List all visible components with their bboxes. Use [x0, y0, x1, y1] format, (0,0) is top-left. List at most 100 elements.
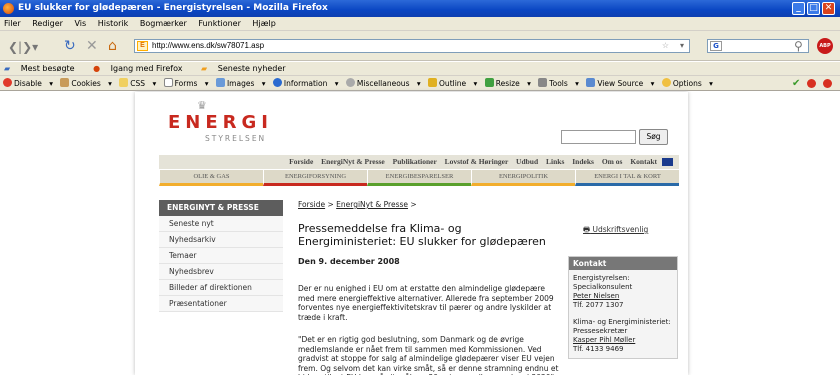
- webdev-information[interactable]: Information ▾: [272, 78, 339, 88]
- menu-filer[interactable]: Filer: [4, 19, 21, 28]
- webdev-cookies[interactable]: Cookies ▾: [60, 78, 112, 88]
- js-error-icon[interactable]: [823, 79, 832, 88]
- menu-rediger[interactable]: Rediger: [32, 19, 63, 28]
- site-search-button[interactable]: Søg: [639, 129, 668, 145]
- topnav-indeks[interactable]: Indeks: [572, 157, 594, 166]
- tab-energi-i-tal-kort[interactable]: ENERGI I TAL & KORT: [575, 170, 679, 186]
- topnav-forside[interactable]: Forside: [289, 157, 313, 166]
- page-viewport: ♛ ENERGI STYRELSEN Søg Forside EnergiNyt…: [0, 92, 840, 375]
- topnav-kontakt[interactable]: Kontakt: [630, 157, 657, 166]
- window-titlebar: EU slukker for glødepæren - Energistyrel…: [0, 0, 840, 17]
- breadcrumb-energinyt[interactable]: EnergiNyt & Presse: [336, 200, 408, 209]
- adblock-icon[interactable]: ABP: [817, 38, 833, 54]
- contact-role: Specialkonsulent: [573, 283, 633, 291]
- rss-feed-icon: ▰: [201, 64, 208, 73]
- contact-box: Kontakt Energistyrelsen: Specialkonsulen…: [568, 256, 678, 359]
- cookie-icon: [60, 78, 70, 87]
- print-link-label: Udskriftsvenlig: [592, 225, 649, 234]
- minimize-button[interactable]: _: [792, 2, 805, 15]
- bookmark-mest-besoegte[interactable]: ▰ Mest besøgte: [4, 64, 83, 73]
- menu-funktioner[interactable]: Funktioner: [198, 19, 240, 28]
- view-source-icon: [586, 78, 596, 87]
- energistyrelsen-logo[interactable]: ♛ ENERGI STYRELSEN: [168, 99, 273, 143]
- forms-icon: [163, 78, 173, 87]
- sidebar-item-nyhedsbrev[interactable]: Nyhedsbrev: [159, 264, 283, 280]
- address-url: http://www.ens.dk/sw78071.asp: [152, 41, 265, 50]
- print-friendly-link[interactable]: 🖶 Udskriftsvenlig: [583, 224, 648, 237]
- window-title: EU slukker for glødepæren - Energistyrel…: [18, 3, 328, 13]
- tab-energibesparelser[interactable]: ENERGIBESPARELSER: [367, 170, 471, 186]
- bookmark-igang-med-firefox[interactable]: ● Igang med Firefox: [93, 64, 190, 73]
- crown-icon: ♛: [197, 99, 207, 112]
- menu-historik[interactable]: Historik: [98, 19, 129, 28]
- close-button[interactable]: ✕: [822, 2, 835, 15]
- firefox-icon: ●: [93, 64, 101, 73]
- webdev-view-source[interactable]: View Source ▾: [586, 78, 654, 88]
- sidebar-heading: ENERGINYT & PRESSE: [159, 200, 283, 216]
- bookmark-star-icon[interactable]: ☆: [662, 40, 669, 52]
- navigation-toolbar: ❮|❯▾ ↻ ✕ ⌂ E http://www.ens.dk/sw78071.a…: [0, 31, 840, 61]
- contact-name-link[interactable]: Kasper Pihl Møller: [573, 336, 673, 345]
- site-favicon: E: [137, 41, 148, 51]
- css-error-icon[interactable]: [807, 79, 816, 88]
- contact-org: Klima- og Energiministeriet:: [573, 318, 671, 326]
- reload-icon[interactable]: ↻: [64, 38, 76, 54]
- menu-hjaelp[interactable]: Hjælp: [252, 19, 275, 28]
- webdev-css[interactable]: CSS ▾: [119, 78, 156, 88]
- sidebar-item-billeder[interactable]: Billeder af direktionen: [159, 280, 283, 296]
- topnav-energinyt-presse[interactable]: EnergiNyt & Presse: [321, 157, 385, 166]
- sidebar-item-nyhedsarkiv[interactable]: Nyhedsarkiv: [159, 232, 283, 248]
- menu-bogmaerker[interactable]: Bogmærker: [140, 19, 187, 28]
- maximize-button[interactable]: □: [807, 2, 820, 15]
- webdev-disable[interactable]: Disable ▾: [3, 78, 53, 88]
- webdev-images[interactable]: Images ▾: [215, 78, 266, 88]
- back-forward-button[interactable]: ❮|❯▾: [8, 39, 38, 55]
- tab-energipolitik[interactable]: ENERGIPOLITIK: [471, 170, 575, 186]
- top-navigation: Forside EnergiNyt & Presse Publikationer…: [159, 155, 679, 169]
- options-icon: [661, 78, 671, 87]
- search-go-icon[interactable]: ⚲: [794, 38, 803, 54]
- address-bar[interactable]: E http://www.ens.dk/sw78071.asp ☆ ▾: [134, 39, 690, 53]
- web-page: ♛ ENERGI STYRELSEN Søg Forside EnergiNyt…: [135, 92, 688, 375]
- tools-icon: [538, 78, 548, 87]
- webdev-options[interactable]: Options ▾: [661, 78, 713, 88]
- home-icon[interactable]: ⌂: [108, 38, 117, 54]
- webdev-forms[interactable]: Forms ▾: [163, 78, 209, 88]
- webdev-tools[interactable]: Tools ▾: [538, 78, 579, 88]
- menu-vis[interactable]: Vis: [75, 19, 87, 28]
- topnav-publikationer[interactable]: Publikationer: [393, 157, 437, 166]
- site-search-input[interactable]: [561, 130, 636, 144]
- webdev-resize[interactable]: Resize ▾: [484, 78, 531, 88]
- article-date: Den 9. december 2008: [298, 257, 400, 266]
- images-icon: [215, 78, 225, 87]
- topnav-lovstof-hoeringer[interactable]: Lovstof & Høringer: [445, 157, 509, 166]
- sidebar-item-seneste-nyt[interactable]: Seneste nyt: [159, 216, 283, 232]
- topnav-udbud[interactable]: Udbud: [516, 157, 538, 166]
- bookmarks-toolbar: ▰ Mest besøgte ● Igang med Firefox ▰ Sen…: [0, 62, 840, 76]
- contact-org: Energistyrelsen:: [573, 274, 630, 282]
- url-dropdown-icon[interactable]: ▾: [680, 40, 684, 52]
- sidebar-item-praesentationer[interactable]: Præsentationer: [159, 296, 283, 312]
- resize-icon: [484, 78, 494, 87]
- section-tabs: OLIE & GAS ENERGIFORSYNING ENERGIBESPARE…: [159, 170, 679, 186]
- bookmark-seneste-nyheder[interactable]: ▰ Seneste nyheder: [201, 64, 294, 73]
- webdev-outline[interactable]: Outline ▾: [428, 78, 477, 88]
- english-flag-icon[interactable]: [662, 158, 673, 166]
- stop-icon[interactable]: ✕: [86, 38, 98, 54]
- sidebar-item-temaer[interactable]: Temaer: [159, 248, 283, 264]
- tab-energiforsyning[interactable]: ENERGIFORSYNING: [263, 170, 367, 186]
- topnav-links[interactable]: Links: [546, 157, 564, 166]
- topnav-om-os[interactable]: Om os: [602, 157, 623, 166]
- breadcrumb-forside[interactable]: Forside: [298, 200, 325, 209]
- contact-phone: Tlf. 4133 9469: [573, 345, 624, 353]
- contact-role: Pressesekretær: [573, 327, 628, 335]
- validation-ok-icon[interactable]: ✔: [792, 76, 800, 91]
- article-paragraph: "Det er en rigtig god beslutning, som Da…: [298, 335, 559, 375]
- main-content: Forside > EnergiNyt & Presse > 🖶 Udskrif…: [298, 200, 678, 375]
- tab-olie-gas[interactable]: OLIE & GAS: [159, 170, 263, 186]
- contact-name-link[interactable]: Peter Nielsen: [573, 292, 673, 301]
- miscellaneous-icon: [345, 78, 355, 87]
- web-developer-toolbar: Disable ▾ Cookies ▾ CSS ▾ Forms ▾ Images…: [0, 76, 840, 91]
- webdev-miscellaneous[interactable]: Miscellaneous ▾: [345, 78, 421, 88]
- bookmark-icon: ▰: [4, 64, 11, 73]
